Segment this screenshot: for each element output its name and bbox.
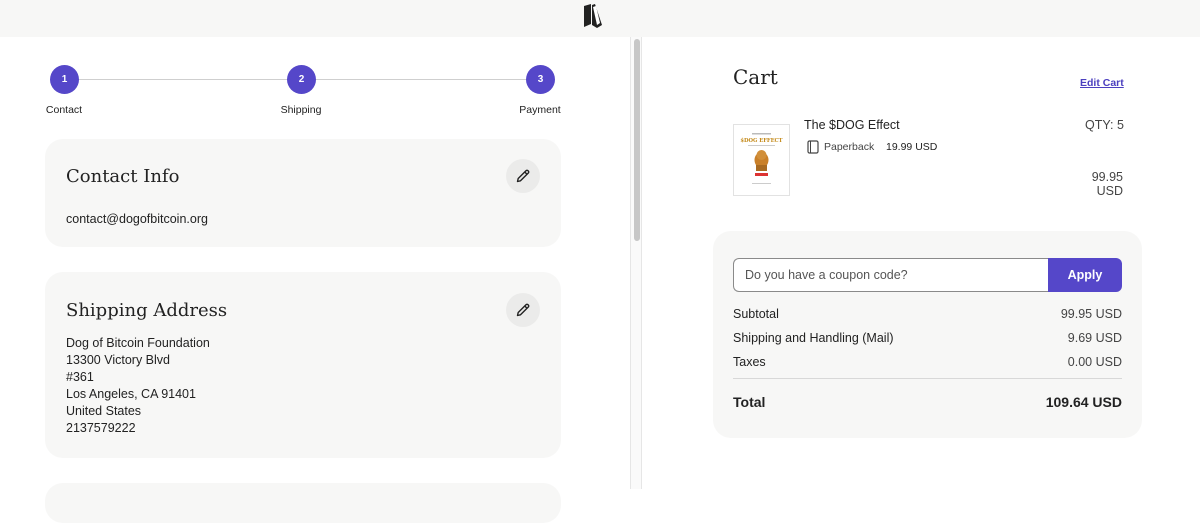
address-line: United States [66, 404, 142, 418]
contact-info-title: Contact Info [66, 166, 180, 187]
book-cover-art: $DOG EFFECT [734, 125, 789, 195]
order-summary-card: Apply Subtotal 99.95 USD Shipping and Ha… [713, 231, 1142, 438]
shipping-address-title: Shipping Address [66, 300, 228, 321]
shipping-handling-label: Shipping and Handling (Mail) [733, 331, 894, 345]
book-cover-title: $DOG EFFECT [740, 138, 782, 144]
address-phone: 2137579222 [66, 421, 136, 435]
scrollbar-thumb[interactable] [634, 39, 640, 241]
summary-divider [733, 378, 1122, 379]
address-line: Los Angeles, CA 91401 [66, 387, 196, 401]
book-cover-image: $DOG EFFECT [733, 124, 790, 196]
book-logo-icon[interactable] [581, 3, 605, 29]
taxes-label: Taxes [733, 355, 766, 369]
pencil-icon [516, 169, 530, 183]
step-2-indicator[interactable]: 2 [287, 65, 316, 94]
pencil-icon [516, 303, 530, 317]
contact-info-card: Contact Info contact@dogofbitcoin.org [45, 139, 561, 247]
cart-item-qty: QTY: 5 [1085, 118, 1124, 132]
address-line: #361 [66, 370, 94, 384]
step-1-label: Contact [45, 104, 83, 116]
step-3-indicator[interactable]: 3 [526, 65, 555, 94]
book-icon [807, 140, 819, 154]
apply-coupon-button[interactable]: Apply [1048, 258, 1122, 292]
address-line: 13300 Victory Blvd [66, 353, 170, 367]
coupon-code-input[interactable] [733, 258, 1049, 292]
cart-item-format: Paperback [824, 141, 875, 153]
shipping-address-card: Shipping Address Dog of Bitcoin Foundati… [45, 272, 561, 458]
contact-email: contact@dogofbitcoin.org [66, 212, 208, 226]
subtotal-value: 99.95 USD [1060, 307, 1122, 321]
cart-item-unit-price: 19.99 USD [886, 141, 938, 153]
taxes-value: 0.00 USD [1067, 355, 1122, 369]
scrollbar[interactable] [630, 37, 642, 489]
cart-title: Cart [733, 65, 778, 89]
payment-card [45, 483, 561, 523]
top-bar [0, 0, 1200, 37]
shipping-handling-value: 9.69 USD [1067, 331, 1122, 345]
step-2-label: Shipping [280, 104, 322, 116]
step-connector [64, 79, 301, 80]
address-line: Dog of Bitcoin Foundation [66, 336, 210, 350]
checkout-steps-panel: 1 2 3 Contact Shipping Payment Contact I… [0, 37, 630, 523]
step-connector [301, 79, 540, 80]
total-value: 109.64 USD [1045, 394, 1122, 410]
edit-contact-button[interactable] [506, 159, 540, 193]
step-3-label: Payment [519, 104, 561, 116]
step-1-indicator[interactable]: 1 [50, 65, 79, 94]
edit-cart-link[interactable]: Edit Cart [1080, 77, 1124, 89]
total-label: Total [733, 394, 766, 410]
cart-panel: Cart Edit Cart $DOG EFFECT The $DOG Effe… [643, 37, 1200, 489]
cart-item-title[interactable]: The $DOG Effect [804, 118, 900, 132]
edit-shipping-button[interactable] [506, 293, 540, 327]
cart-item-line-total: 99.95 USD [1091, 170, 1123, 198]
subtotal-label: Subtotal [733, 307, 779, 321]
